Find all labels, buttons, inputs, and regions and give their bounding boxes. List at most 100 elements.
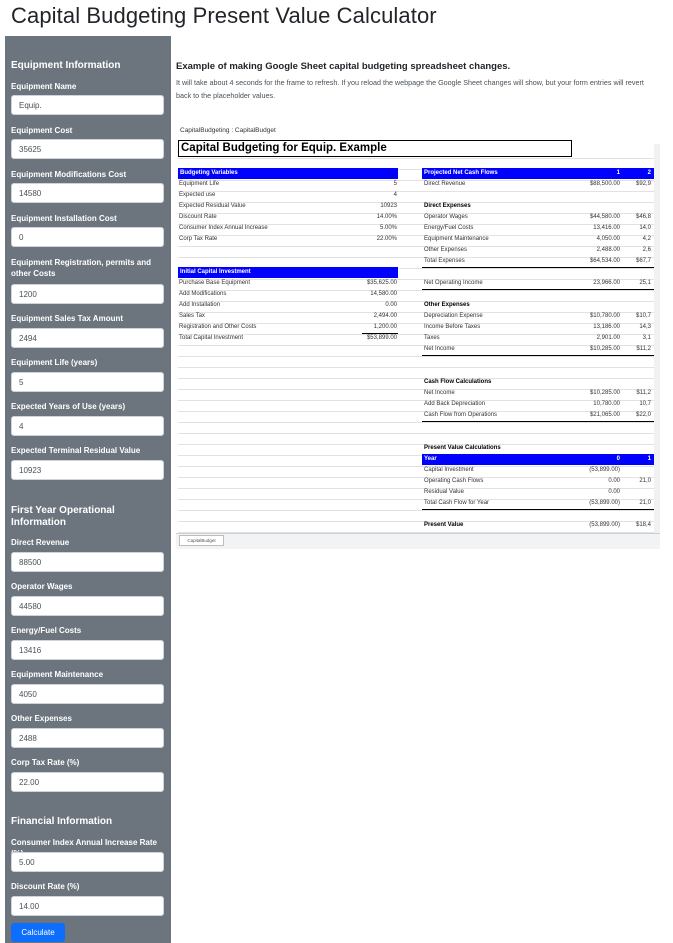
expense-y2: $46,8 (635, 214, 651, 220)
net-operating-label: Net Operating Income (424, 280, 483, 286)
equipment-life-label: Equipment Life (years) (11, 358, 98, 367)
investment-value: $53,899.00 (366, 335, 397, 341)
investment-value: 14,580.00 (370, 291, 397, 297)
expense-label: Other Expenses (424, 247, 468, 253)
installation-cost-label: Equipment Installation Cost (11, 214, 117, 223)
pv-row-label: Total Cash Flow for Year (424, 500, 490, 506)
embedded-sheet[interactable]: CapitalBudgeting : CapitalBudget Capital… (176, 122, 660, 549)
equipment-life-input[interactable] (11, 372, 164, 392)
budget-var-label: Expected use (179, 192, 216, 198)
year-label: Year (424, 456, 437, 462)
sales-tax-input[interactable] (11, 328, 164, 348)
pv-row-y0: 0.00 (608, 478, 620, 484)
initial-investment-header: Initial Capital Investment (178, 267, 398, 278)
expense-y1: 13,416.00 (593, 225, 620, 231)
direct-revenue-input[interactable] (11, 552, 164, 572)
budget-var-label: Corp Tax Rate (179, 236, 218, 242)
pv-row-y0: (53,899.00) (589, 500, 620, 506)
intro-body: It will take about 4 seconds for the fra… (176, 78, 644, 100)
pv-row-label: Residual Value (424, 489, 464, 495)
other-expense-y1: $10,285.00 (589, 346, 620, 352)
cash-flow-rule (422, 421, 654, 422)
other-expense-y2: 14,3 (639, 324, 651, 330)
direct-revenue-y1: $88,500.00 (589, 181, 620, 187)
pv-row-label: Operating Cash Flows (424, 478, 484, 484)
energy-fuel-label: Energy/Fuel Costs (11, 626, 82, 635)
other-expense-y2: $11,2 (636, 346, 651, 352)
other-expenses-header: Other Expenses (424, 302, 470, 308)
modifications-cost-label: Equipment Modifications Cost (11, 170, 127, 179)
corp-tax-rate-input[interactable] (11, 772, 164, 792)
calculate-button[interactable]: Calculate (11, 923, 65, 942)
expense-y1: $64,534.00 (589, 258, 620, 264)
maintenance-label: Equipment Maintenance (11, 670, 104, 679)
cpi-rate-input[interactable] (11, 852, 164, 872)
equipment-name-input[interactable] (11, 95, 164, 115)
net-income-rule (422, 355, 654, 356)
other-expense-y1: $10,780.00 (589, 313, 620, 319)
expense-y2: $67,7 (635, 258, 651, 264)
modifications-cost-input[interactable] (11, 183, 164, 203)
investment-value: 1,200.00 (373, 324, 397, 330)
direct-revenue-label: Direct Revenue (11, 538, 70, 547)
budget-var-value: 4 (393, 192, 397, 198)
equipment-cost-label: Equipment Cost (11, 126, 73, 135)
year-1: 1 (647, 456, 651, 462)
sheet-path: CapitalBudgeting : CapitalBudget (180, 127, 276, 134)
operator-wages-input[interactable] (11, 596, 164, 616)
discount-rate-input[interactable] (11, 896, 164, 916)
other-expense-label: Depreciation Expense (424, 313, 483, 319)
investment-value: $35,625.00 (366, 280, 397, 286)
sales-tax-label: Equipment Sales Tax Amount (11, 314, 124, 323)
equipment-cost-input[interactable] (11, 139, 164, 159)
pv-row-y1: 21,0 (639, 500, 651, 506)
investment-label: Sales Tax (179, 313, 205, 319)
sheet-vertical-scrollbar[interactable] (654, 144, 660, 533)
total-cash-flow-rule (422, 509, 654, 510)
intro-title: Example of making Google Sheet capital b… (176, 61, 511, 72)
present-value-y1: $18,4 (635, 522, 651, 528)
pv-row-label: Capital Investment (424, 467, 474, 473)
other-expense-label: Net Income (424, 346, 455, 352)
investment-value: 2,494.00 (373, 313, 397, 319)
expense-y1: 4,050.00 (596, 236, 620, 242)
budget-var-value: 22.00% (376, 236, 397, 242)
expense-y1: 2,488.00 (596, 247, 620, 253)
sheet-tab-capitalbudget[interactable]: CapitalBudget (179, 535, 224, 546)
net-operating-rule (422, 289, 654, 290)
cash-flow-label: Cash Flow from Operations (424, 412, 498, 418)
equipment-section-title: Equipment Information (11, 60, 121, 71)
pv-row-y0: 0.00 (608, 489, 620, 495)
budget-var-value: 10923 (380, 203, 397, 209)
present-value-label: Present Value (424, 522, 464, 528)
years-of-use-input[interactable] (11, 416, 164, 436)
other-expenses-input[interactable] (11, 728, 164, 748)
direct-revenue-y2: $92,9 (635, 181, 651, 187)
operator-wages-label: Operator Wages (11, 582, 73, 591)
registration-cost-input[interactable] (11, 284, 164, 304)
cash-flow-y2: 10,7 (639, 401, 651, 407)
expense-y2: 4,2 (642, 236, 651, 242)
pv-header: Present Value Calculations (424, 445, 501, 451)
budgeting-variables-header: Budgeting Variables (178, 168, 398, 179)
expense-label: Energy/Fuel Costs (424, 225, 474, 231)
direct-expenses-header: Direct Expenses (424, 203, 471, 209)
budget-var-label: Equipment Life (179, 181, 220, 187)
maintenance-input[interactable] (11, 684, 164, 704)
net-operating-y1: 23,966.00 (593, 280, 620, 286)
net-operating-y2: 25,1 (639, 280, 651, 286)
budget-var-value: 14.00% (376, 214, 397, 220)
residual-value-input[interactable] (11, 460, 164, 480)
cash-flow-y1: 10,780.00 (593, 401, 620, 407)
financial-section-title: Financial Information (11, 816, 113, 827)
cash-flow-y1: $21,065.00 (589, 412, 620, 418)
sheet-tab-strip: CapitalBudget (176, 533, 660, 549)
cash-flow-header: Cash Flow Calculations (424, 379, 492, 385)
expense-label: Operator Wages (424, 214, 468, 220)
cash-flow-label: Net Income (424, 390, 455, 396)
projected-header: Projected Net Cash Flows (422, 168, 655, 179)
other-expense-label: Income Before Taxes (424, 324, 481, 330)
installation-cost-input[interactable] (11, 227, 164, 247)
expense-y2: 2,6 (642, 247, 651, 253)
energy-fuel-input[interactable] (11, 640, 164, 660)
